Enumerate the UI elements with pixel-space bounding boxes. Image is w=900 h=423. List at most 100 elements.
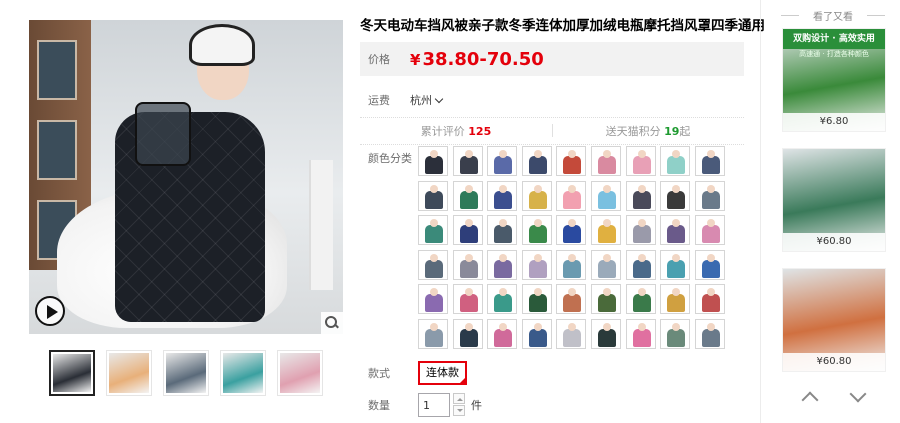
gallery-thumbnail[interactable] — [220, 350, 266, 396]
swatch-head — [706, 184, 715, 193]
color-swatch[interactable] — [625, 215, 656, 246]
color-swatch[interactable] — [487, 284, 518, 315]
swatch-garment — [667, 225, 686, 244]
color-swatch[interactable] — [487, 249, 518, 280]
swatch-head — [602, 150, 611, 158]
swatch-garment — [632, 156, 651, 174]
color-swatch[interactable] — [694, 146, 725, 176]
color-swatch[interactable] — [660, 249, 691, 280]
color-swatch[interactable] — [521, 284, 552, 315]
color-swatch[interactable] — [625, 146, 656, 176]
swatch-head — [533, 184, 542, 193]
recommend-item-1[interactable]: 双购设计 · 高效实用 高速通 · 打造各种颜色 ¥6.80 — [782, 28, 886, 132]
color-swatch[interactable] — [625, 284, 656, 315]
color-swatch[interactable] — [590, 318, 621, 349]
color-swatch[interactable] — [625, 318, 656, 349]
color-swatch[interactable] — [452, 180, 483, 211]
color-swatch[interactable] — [418, 249, 448, 280]
color-swatch[interactable] — [521, 180, 552, 211]
color-swatch[interactable] — [418, 146, 448, 176]
color-swatch[interactable] — [452, 249, 483, 280]
color-swatch[interactable] — [418, 284, 448, 315]
color-swatch[interactable] — [452, 318, 483, 349]
recommend-banner-sub: 高速通 · 打造各种颜色 — [799, 50, 869, 58]
color-swatch[interactable] — [590, 284, 621, 315]
points-value: 19 — [664, 125, 680, 138]
swatch-head — [602, 184, 611, 193]
color-swatch[interactable] — [556, 284, 587, 315]
color-swatch[interactable] — [694, 249, 725, 280]
color-swatch[interactable] — [556, 318, 587, 349]
shipping-label: 运费 — [368, 94, 390, 107]
color-swatch[interactable] — [452, 146, 483, 176]
color-swatch[interactable] — [521, 249, 552, 280]
color-swatch[interactable] — [660, 318, 691, 349]
color-swatch[interactable] — [590, 180, 621, 211]
swatch-head — [706, 219, 715, 228]
review-count-cell[interactable]: 累计评价 125 — [360, 123, 552, 139]
color-swatch[interactable] — [418, 318, 448, 349]
zoom-icon[interactable] — [321, 312, 343, 334]
chevron-down-icon[interactable] — [849, 388, 865, 404]
color-swatch[interactable] — [625, 180, 656, 211]
increase-arrow-icon[interactable] — [453, 393, 465, 404]
thumbnail-image — [109, 353, 149, 393]
swatch-head — [637, 219, 646, 228]
pillar-background — [309, 160, 333, 290]
color-swatch[interactable] — [590, 146, 621, 176]
swatch-garment — [425, 294, 443, 313]
color-swatch[interactable] — [556, 215, 587, 246]
color-swatch[interactable] — [487, 318, 518, 349]
gallery-thumbnail[interactable] — [106, 350, 152, 396]
color-swatch[interactable] — [487, 215, 518, 246]
color-swatch[interactable] — [694, 318, 725, 349]
color-swatch[interactable] — [418, 215, 448, 246]
gallery-thumbnail[interactable] — [277, 350, 323, 396]
color-swatch[interactable] — [521, 215, 552, 246]
gallery-thumbnail[interactable] — [163, 350, 209, 396]
color-swatch[interactable] — [694, 215, 725, 246]
color-swatch[interactable] — [694, 180, 725, 211]
color-swatch[interactable] — [521, 146, 552, 176]
color-swatch[interactable] — [590, 215, 621, 246]
color-swatch[interactable] — [452, 215, 483, 246]
color-swatch[interactable] — [660, 284, 691, 315]
color-swatch[interactable] — [487, 146, 518, 176]
play-video-icon[interactable] — [35, 296, 65, 326]
swatch-head — [637, 288, 646, 297]
swatch-head — [464, 219, 473, 228]
color-swatch[interactable] — [590, 249, 621, 280]
swatch-garment — [494, 328, 513, 347]
swatch-head — [430, 322, 438, 331]
chevron-up-icon[interactable] — [801, 388, 817, 404]
color-swatch[interactable] — [660, 146, 691, 176]
style-option-selected[interactable]: 连体款 — [418, 361, 467, 385]
recommend-item-3[interactable]: ¥60.80 — [782, 268, 886, 372]
color-swatch[interactable] — [660, 215, 691, 246]
recommend-price: ¥60.80 — [783, 233, 885, 251]
color-swatch[interactable] — [556, 249, 587, 280]
color-swatch[interactable] — [556, 180, 587, 211]
color-swatch[interactable] — [452, 284, 483, 315]
swatch-garment — [425, 259, 443, 278]
chevron-down-icon — [434, 94, 444, 103]
color-swatch[interactable] — [625, 249, 656, 280]
color-swatch[interactable] — [487, 180, 518, 211]
color-swatch[interactable] — [694, 284, 725, 315]
color-swatch-grid — [418, 146, 725, 349]
color-swatch[interactable] — [660, 180, 691, 211]
thumbnail-image — [166, 353, 206, 393]
color-swatch[interactable] — [418, 180, 448, 211]
quantity-label: 数量 — [368, 399, 390, 412]
gallery-thumbnail[interactable] — [49, 350, 95, 396]
color-swatch[interactable] — [556, 146, 587, 176]
color-swatch[interactable] — [521, 318, 552, 349]
main-product-image[interactable] — [29, 20, 343, 334]
decrease-arrow-icon[interactable] — [453, 405, 465, 416]
recommend-item-2[interactable]: ¥60.80 — [782, 148, 886, 252]
quantity-input[interactable] — [418, 393, 450, 417]
swatch-garment — [563, 156, 582, 174]
shipping-origin-dropdown[interactable]: 杭州 — [410, 92, 444, 108]
swatch-garment — [459, 190, 478, 209]
swatch-garment — [425, 225, 443, 244]
